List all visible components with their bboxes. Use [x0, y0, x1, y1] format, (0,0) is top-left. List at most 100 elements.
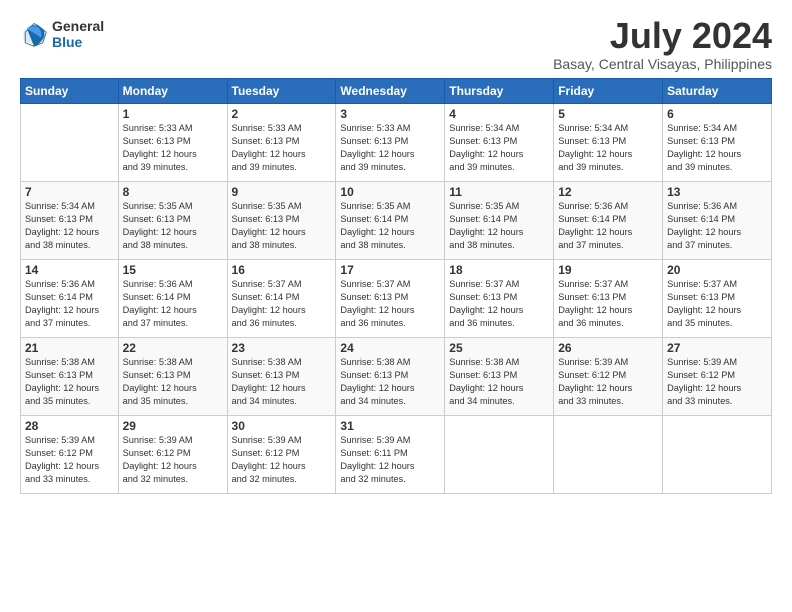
- cell-5-3: 30Sunrise: 5:39 AMSunset: 6:12 PMDayligh…: [227, 416, 336, 494]
- day-number: 14: [25, 263, 114, 277]
- day-number: 13: [667, 185, 767, 199]
- cell-5-4: 31Sunrise: 5:39 AMSunset: 6:11 PMDayligh…: [336, 416, 445, 494]
- day-number: 31: [340, 419, 440, 433]
- day-number: 6: [667, 107, 767, 121]
- cell-content: Sunrise: 5:37 AMSunset: 6:14 PMDaylight:…: [232, 278, 332, 330]
- col-wednesday: Wednesday: [336, 79, 445, 104]
- week-row-5: 28Sunrise: 5:39 AMSunset: 6:12 PMDayligh…: [21, 416, 772, 494]
- day-number: 11: [449, 185, 549, 199]
- day-number: 20: [667, 263, 767, 277]
- cell-content: Sunrise: 5:37 AMSunset: 6:13 PMDaylight:…: [449, 278, 549, 330]
- logo-general: General: [52, 18, 104, 34]
- day-number: 1: [123, 107, 223, 121]
- cell-3-3: 16Sunrise: 5:37 AMSunset: 6:14 PMDayligh…: [227, 260, 336, 338]
- week-row-3: 14Sunrise: 5:36 AMSunset: 6:14 PMDayligh…: [21, 260, 772, 338]
- cell-5-7: [663, 416, 772, 494]
- cell-3-5: 18Sunrise: 5:37 AMSunset: 6:13 PMDayligh…: [445, 260, 554, 338]
- cell-5-2: 29Sunrise: 5:39 AMSunset: 6:12 PMDayligh…: [118, 416, 227, 494]
- header: General Blue July 2024 Basay, Central Vi…: [20, 18, 772, 72]
- calendar-page: General Blue July 2024 Basay, Central Vi…: [0, 0, 792, 612]
- cell-4-3: 23Sunrise: 5:38 AMSunset: 6:13 PMDayligh…: [227, 338, 336, 416]
- col-friday: Friday: [554, 79, 663, 104]
- cell-2-7: 13Sunrise: 5:36 AMSunset: 6:14 PMDayligh…: [663, 182, 772, 260]
- cell-1-4: 3Sunrise: 5:33 AMSunset: 6:13 PMDaylight…: [336, 104, 445, 182]
- cell-content: Sunrise: 5:38 AMSunset: 6:13 PMDaylight:…: [340, 356, 440, 408]
- cell-1-7: 6Sunrise: 5:34 AMSunset: 6:13 PMDaylight…: [663, 104, 772, 182]
- header-row: Sunday Monday Tuesday Wednesday Thursday…: [21, 79, 772, 104]
- cell-content: Sunrise: 5:37 AMSunset: 6:13 PMDaylight:…: [558, 278, 658, 330]
- cell-4-1: 21Sunrise: 5:38 AMSunset: 6:13 PMDayligh…: [21, 338, 119, 416]
- day-number: 8: [123, 185, 223, 199]
- cell-content: Sunrise: 5:35 AMSunset: 6:14 PMDaylight:…: [340, 200, 440, 252]
- location: Basay, Central Visayas, Philippines: [553, 56, 772, 72]
- logo-icon: [20, 20, 48, 48]
- week-row-2: 7Sunrise: 5:34 AMSunset: 6:13 PMDaylight…: [21, 182, 772, 260]
- day-number: 22: [123, 341, 223, 355]
- day-number: 5: [558, 107, 658, 121]
- day-number: 25: [449, 341, 549, 355]
- col-sunday: Sunday: [21, 79, 119, 104]
- day-number: 2: [232, 107, 332, 121]
- day-number: 15: [123, 263, 223, 277]
- cell-content: Sunrise: 5:39 AMSunset: 6:12 PMDaylight:…: [25, 434, 114, 486]
- week-row-4: 21Sunrise: 5:38 AMSunset: 6:13 PMDayligh…: [21, 338, 772, 416]
- cell-content: Sunrise: 5:37 AMSunset: 6:13 PMDaylight:…: [340, 278, 440, 330]
- cell-1-3: 2Sunrise: 5:33 AMSunset: 6:13 PMDaylight…: [227, 104, 336, 182]
- cell-content: Sunrise: 5:35 AMSunset: 6:14 PMDaylight:…: [449, 200, 549, 252]
- day-number: 17: [340, 263, 440, 277]
- cell-2-2: 8Sunrise: 5:35 AMSunset: 6:13 PMDaylight…: [118, 182, 227, 260]
- cell-2-4: 10Sunrise: 5:35 AMSunset: 6:14 PMDayligh…: [336, 182, 445, 260]
- cell-2-3: 9Sunrise: 5:35 AMSunset: 6:13 PMDaylight…: [227, 182, 336, 260]
- cell-content: Sunrise: 5:37 AMSunset: 6:13 PMDaylight:…: [667, 278, 767, 330]
- day-number: 18: [449, 263, 549, 277]
- cell-content: Sunrise: 5:34 AMSunset: 6:13 PMDaylight:…: [25, 200, 114, 252]
- cell-content: Sunrise: 5:34 AMSunset: 6:13 PMDaylight:…: [667, 122, 767, 174]
- day-number: 27: [667, 341, 767, 355]
- cell-4-4: 24Sunrise: 5:38 AMSunset: 6:13 PMDayligh…: [336, 338, 445, 416]
- day-number: 29: [123, 419, 223, 433]
- day-number: 12: [558, 185, 658, 199]
- cell-3-4: 17Sunrise: 5:37 AMSunset: 6:13 PMDayligh…: [336, 260, 445, 338]
- col-tuesday: Tuesday: [227, 79, 336, 104]
- cell-content: Sunrise: 5:36 AMSunset: 6:14 PMDaylight:…: [667, 200, 767, 252]
- cell-1-1: [21, 104, 119, 182]
- day-number: 24: [340, 341, 440, 355]
- logo: General Blue: [20, 18, 104, 50]
- cell-5-6: [554, 416, 663, 494]
- cell-4-7: 27Sunrise: 5:39 AMSunset: 6:12 PMDayligh…: [663, 338, 772, 416]
- cell-1-6: 5Sunrise: 5:34 AMSunset: 6:13 PMDaylight…: [554, 104, 663, 182]
- cell-content: Sunrise: 5:38 AMSunset: 6:13 PMDaylight:…: [123, 356, 223, 408]
- cell-content: Sunrise: 5:36 AMSunset: 6:14 PMDaylight:…: [25, 278, 114, 330]
- cell-content: Sunrise: 5:38 AMSunset: 6:13 PMDaylight:…: [449, 356, 549, 408]
- day-number: 16: [232, 263, 332, 277]
- cell-3-2: 15Sunrise: 5:36 AMSunset: 6:14 PMDayligh…: [118, 260, 227, 338]
- cell-content: Sunrise: 5:39 AMSunset: 6:11 PMDaylight:…: [340, 434, 440, 486]
- day-number: 10: [340, 185, 440, 199]
- cell-2-1: 7Sunrise: 5:34 AMSunset: 6:13 PMDaylight…: [21, 182, 119, 260]
- day-number: 19: [558, 263, 658, 277]
- cell-content: Sunrise: 5:34 AMSunset: 6:13 PMDaylight:…: [558, 122, 658, 174]
- cell-content: Sunrise: 5:35 AMSunset: 6:13 PMDaylight:…: [232, 200, 332, 252]
- calendar-table: Sunday Monday Tuesday Wednesday Thursday…: [20, 78, 772, 494]
- cell-content: Sunrise: 5:39 AMSunset: 6:12 PMDaylight:…: [123, 434, 223, 486]
- cell-4-2: 22Sunrise: 5:38 AMSunset: 6:13 PMDayligh…: [118, 338, 227, 416]
- cell-2-6: 12Sunrise: 5:36 AMSunset: 6:14 PMDayligh…: [554, 182, 663, 260]
- logo-text: General Blue: [52, 18, 104, 50]
- col-monday: Monday: [118, 79, 227, 104]
- col-thursday: Thursday: [445, 79, 554, 104]
- day-number: 3: [340, 107, 440, 121]
- cell-4-6: 26Sunrise: 5:39 AMSunset: 6:12 PMDayligh…: [554, 338, 663, 416]
- week-row-1: 1Sunrise: 5:33 AMSunset: 6:13 PMDaylight…: [21, 104, 772, 182]
- cell-content: Sunrise: 5:33 AMSunset: 6:13 PMDaylight:…: [232, 122, 332, 174]
- cell-content: Sunrise: 5:34 AMSunset: 6:13 PMDaylight:…: [449, 122, 549, 174]
- cell-1-2: 1Sunrise: 5:33 AMSunset: 6:13 PMDaylight…: [118, 104, 227, 182]
- day-number: 23: [232, 341, 332, 355]
- day-number: 4: [449, 107, 549, 121]
- cell-2-5: 11Sunrise: 5:35 AMSunset: 6:14 PMDayligh…: [445, 182, 554, 260]
- cell-content: Sunrise: 5:38 AMSunset: 6:13 PMDaylight:…: [25, 356, 114, 408]
- cell-content: Sunrise: 5:33 AMSunset: 6:13 PMDaylight:…: [123, 122, 223, 174]
- day-number: 28: [25, 419, 114, 433]
- cell-3-7: 20Sunrise: 5:37 AMSunset: 6:13 PMDayligh…: [663, 260, 772, 338]
- day-number: 9: [232, 185, 332, 199]
- cell-content: Sunrise: 5:39 AMSunset: 6:12 PMDaylight:…: [558, 356, 658, 408]
